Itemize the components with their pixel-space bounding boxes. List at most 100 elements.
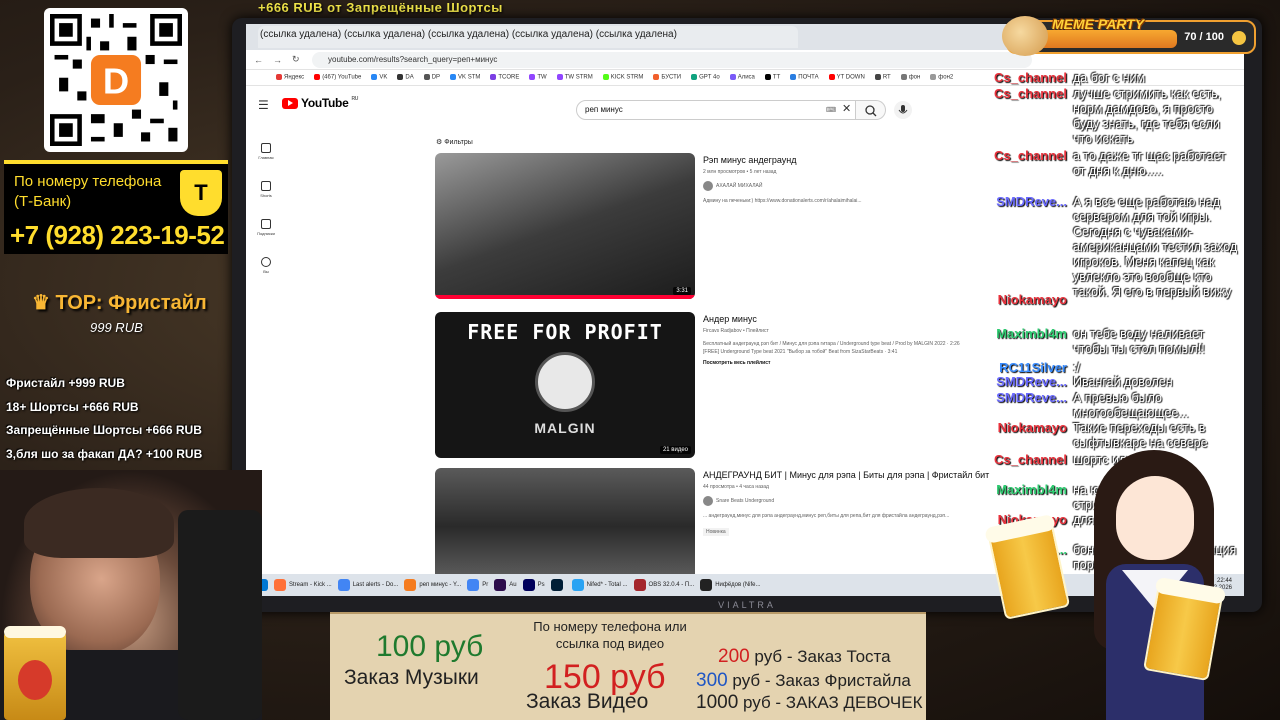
bookmark-item[interactable]: RT [874, 74, 891, 81]
bookmark-item[interactable]: ПОЧТА [790, 74, 819, 81]
bookmark-label: Алиса [737, 74, 755, 81]
bookmark-favicon-icon [764, 74, 771, 81]
price-line-text: руб - Заказ Тоста [749, 647, 891, 666]
youtube-play-icon [282, 97, 298, 109]
taskbar-app[interactable]: Au [494, 579, 517, 591]
bookmark-item[interactable]: фон2 [930, 74, 953, 81]
chat-username[interactable]: Cs_channel [985, 86, 1067, 101]
channel-avatar[interactable] [703, 496, 713, 506]
sidebar-item-label: Shorts [260, 192, 272, 198]
video-thumbnail[interactable]: 3:31 [435, 153, 695, 299]
bookmark-item[interactable]: DA [397, 74, 414, 81]
sidebar-item[interactable]: Вы [246, 246, 286, 284]
bookmark-item[interactable]: Алиса [729, 74, 755, 81]
bookmark-label: ПОЧТА [798, 74, 819, 81]
chat-username[interactable]: SMDReve... [985, 194, 1067, 209]
new-badge: Новинка [703, 528, 729, 536]
url-field[interactable]: youtube.com/results?search_query=реп+мин… [312, 52, 1032, 68]
chat-message: лучше стримить как есть, норм дамдово, я… [1073, 87, 1222, 146]
bookmark-item[interactable]: TW [529, 74, 547, 81]
chat-username[interactable]: SMDReve... [985, 374, 1067, 389]
voice-search-button[interactable] [894, 101, 912, 119]
tbank-logo-icon: Т [180, 170, 222, 216]
chat-username[interactable]: Maximbl4m [985, 326, 1067, 341]
chat-username[interactable]: Cs_channel [985, 148, 1067, 163]
taskbar-app[interactable]: OBS 32.0.4 - П... [633, 579, 694, 591]
chat-username[interactable]: Niokamayo [985, 292, 1067, 307]
app-icon [550, 579, 563, 591]
taskbar-app[interactable]: Pr [467, 579, 488, 591]
taskbar-app[interactable]: Last alerts - Do... [337, 579, 399, 591]
bookmark-item[interactable]: БУСТИ [653, 74, 681, 81]
bookmark-item[interactable]: GPT 4o [691, 74, 720, 81]
mascot-face [1116, 476, 1194, 560]
sidebar-item[interactable]: Главная [246, 132, 286, 170]
back-icon[interactable]: ← [254, 55, 263, 65]
reload-icon[interactable]: ↻ [292, 54, 300, 65]
top-donor-amount: 999 RUB [90, 320, 143, 335]
search-input[interactable]: реп минус [576, 100, 856, 120]
bookmark-label: TW [537, 74, 547, 81]
taskbar-app[interactable]: Ps [522, 579, 545, 591]
forward-icon[interactable]: → [273, 55, 282, 65]
bookmark-item[interactable]: KICK STRM [602, 74, 643, 81]
chat-username[interactable]: Cs_channel [985, 70, 1067, 85]
bookmark-label: TW STRM [564, 74, 593, 81]
bookmark-item[interactable]: YT DOWN [828, 74, 865, 81]
sidebar-item-label: Подписки [257, 230, 275, 236]
chat-username[interactable]: Cs_channel [985, 452, 1067, 467]
video-label: Заказ Видео [526, 690, 649, 713]
chat-username[interactable]: Niokamayo [985, 420, 1067, 435]
taskbar-app[interactable]: реп минус - Y... [404, 579, 461, 591]
chat-message: а то даже тг щас работает от дня к дню..… [1073, 149, 1226, 178]
sidebar-item[interactable]: Shorts [246, 170, 286, 208]
chat-username[interactable]: RC11Silver [985, 360, 1067, 375]
taskbar-app-label: Last alerts - Do... [352, 582, 399, 588]
qr-code-icon: D [50, 14, 182, 146]
bookmark-favicon-icon [529, 74, 536, 81]
bookmark-item[interactable]: Яндекс [276, 74, 304, 81]
keyboard-icon[interactable]: ⌨ [826, 106, 836, 114]
youtube-logo[interactable]: YouTube RU [282, 96, 358, 110]
bookmark-item[interactable]: VK [371, 74, 387, 81]
channel-avatar[interactable] [703, 181, 713, 191]
bookmark-item[interactable]: TT [764, 74, 780, 81]
bookmark-item[interactable]: TCORE [490, 74, 519, 81]
bookmark-label: TCORE [498, 74, 520, 81]
app-icon [337, 579, 350, 591]
playlist-thumbnail[interactable]: FREE FOR PROFIT MALGIN 21 видео [435, 312, 695, 458]
taskbar-app[interactable]: Нифёдов (Nife... [700, 579, 761, 591]
sidebar-item-label: Главная [258, 154, 274, 160]
sidebar-item[interactable]: Подписки [246, 208, 286, 246]
bookmark-item[interactable]: VK STM [450, 74, 480, 81]
bookmark-favicon-icon [790, 74, 797, 81]
channel-name[interactable]: АХАЛАЙ МИХАЛАЙ [716, 183, 762, 189]
bookmark-item[interactable]: DP [423, 74, 441, 81]
goal-item: 18+ Шортсы +666 RUB [6, 399, 139, 414]
taskbar-app[interactable] [550, 579, 566, 591]
bookmark-favicon-icon [490, 74, 497, 81]
taskbar-app-label: Нифёдов (Nife... [715, 582, 761, 588]
chat-username[interactable]: SMDReve... [985, 390, 1067, 405]
menu-icon[interactable]: ☰ [258, 98, 269, 112]
region-code: RU [351, 96, 359, 102]
donation-goals: Фристайл +999 RUB 18+ Шортсы +666 RUB За… [6, 372, 202, 466]
taskbar-app-label: Au [509, 582, 517, 588]
bookmark-favicon-icon [556, 74, 563, 81]
streamer-hair [24, 488, 174, 558]
taskbar-app[interactable]: Stream - Kick ... [274, 579, 332, 591]
bookmark-item[interactable]: TW STRM [556, 74, 593, 81]
chat-message: да бог с ним [1073, 71, 1146, 85]
channel-name[interactable]: Snare Beats Underground [716, 498, 774, 504]
search-button[interactable] [856, 100, 886, 120]
filters-button[interactable]: ⚙ Фильтры [436, 138, 473, 146]
bookmark-favicon-icon [602, 74, 609, 81]
clear-search-icon[interactable]: ✕ [842, 102, 851, 115]
taskbar-app-label: Stream - Kick ... [289, 582, 332, 588]
mug-foam [4, 626, 66, 638]
bookmark-item[interactable]: фон [900, 74, 920, 81]
taskbar-app[interactable]: Nifed* - Total ... [571, 579, 628, 591]
bookmark-item[interactable]: (467) YouTube [314, 74, 361, 81]
chat-username[interactable]: Maximbl4m [985, 482, 1067, 497]
bookmark-label: DP [431, 74, 441, 81]
